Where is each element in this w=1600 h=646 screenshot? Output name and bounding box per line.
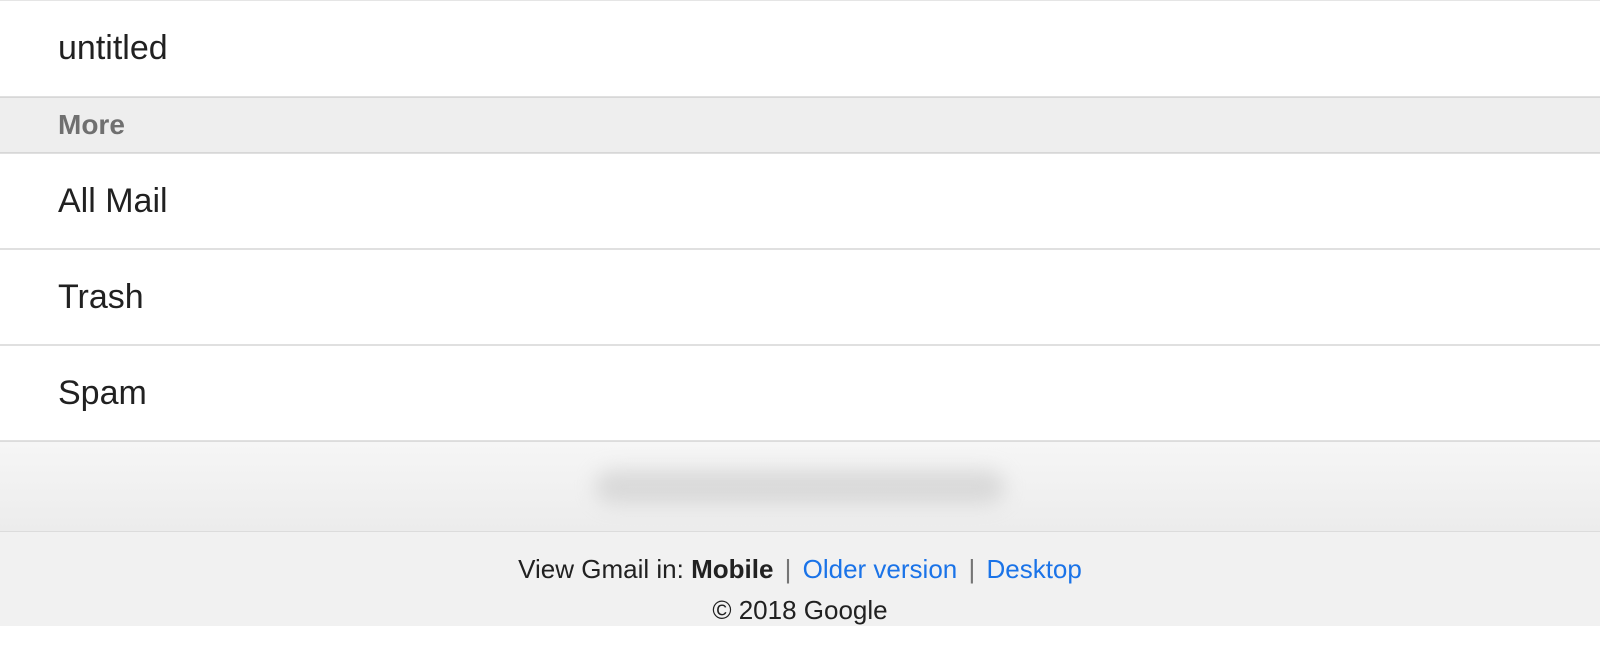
folder-item-trash[interactable]: Trash — [0, 249, 1600, 345]
folder-label: Spam — [58, 374, 147, 413]
footer-view-prefix: View Gmail in: — [518, 554, 691, 584]
label-text: untitled — [58, 29, 168, 68]
footer: View Gmail in: Mobile | Older version | … — [0, 441, 1600, 626]
footer-account-bar — [0, 442, 1600, 532]
label-item-untitled[interactable]: untitled — [0, 0, 1600, 97]
folder-label: Trash — [58, 278, 144, 317]
separator: | — [777, 554, 798, 584]
footer-bottom: View Gmail in: Mobile | Older version | … — [0, 532, 1600, 626]
footer-view-mobile: Mobile — [691, 554, 773, 584]
account-email-blurred — [595, 470, 1005, 504]
folder-item-all-mail[interactable]: All Mail — [0, 153, 1600, 249]
folder-label: All Mail — [58, 182, 168, 221]
section-header-more: More — [0, 97, 1600, 153]
footer-link-older-version[interactable]: Older version — [803, 554, 958, 584]
folder-item-spam[interactable]: Spam — [0, 345, 1600, 441]
footer-view-line: View Gmail in: Mobile | Older version | … — [0, 554, 1600, 585]
separator: | — [961, 554, 982, 584]
footer-copyright: © 2018 Google — [0, 595, 1600, 626]
footer-link-desktop[interactable]: Desktop — [986, 554, 1081, 584]
section-header-label: More — [58, 109, 125, 141]
